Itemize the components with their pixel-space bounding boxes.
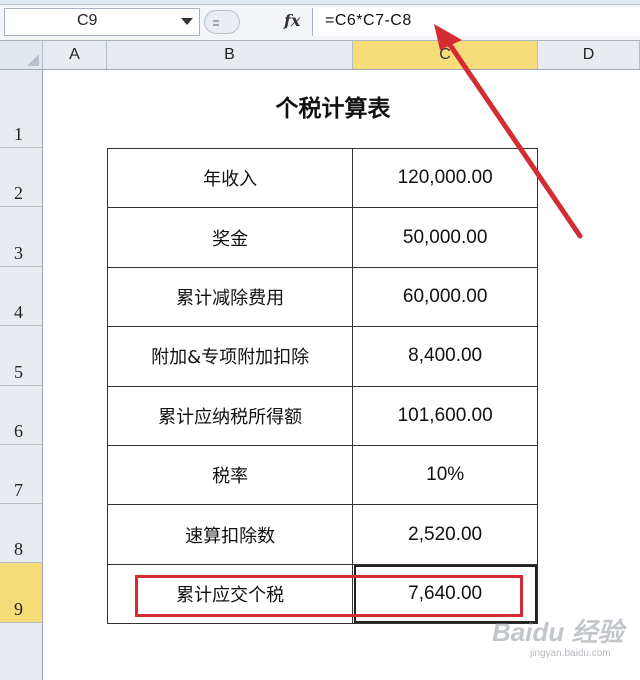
row-headers: 1 2 3 4 5 6 7 8 9	[0, 70, 43, 680]
column-headers: A B C D	[0, 41, 640, 70]
baidu-watermark-logo: Baidu 经验 jingyan.baidu.com	[492, 606, 640, 676]
row-header-9[interactable]: 9	[0, 563, 42, 623]
row-header-3[interactable]: 3	[0, 207, 42, 267]
table-row: 附加&专项附加扣除 8,400.00	[106, 326, 538, 387]
table-row: 累计减除费用 60,000.00	[106, 266, 538, 328]
row-header-8[interactable]: 8	[0, 504, 42, 563]
grip-dots-icon	[213, 20, 219, 22]
cell-c4[interactable]: 60,000.00	[352, 266, 538, 328]
name-box-value: C9	[77, 12, 98, 29]
worksheet-grid[interactable]: 个税计算表 年收入 120,000.00 奖金 50,000.00 累计减除费用…	[43, 70, 640, 680]
column-header-d[interactable]: D	[538, 41, 640, 69]
sheet-title[interactable]: 个税计算表	[43, 89, 623, 123]
table-row: 奖金 50,000.00	[106, 207, 538, 268]
cell-b7[interactable]: 税率	[106, 444, 354, 506]
row-header-1[interactable]: 1	[0, 70, 42, 148]
select-all-corner[interactable]	[0, 41, 43, 69]
cell-b3[interactable]: 奖金	[106, 207, 354, 268]
formula-bar: C9 fx =C6*C7-C8	[0, 5, 640, 41]
cell-c2[interactable]: 120,000.00	[352, 147, 538, 209]
table-row: 速算扣除数 2,520.00	[106, 504, 538, 565]
row-header-7[interactable]: 7	[0, 445, 42, 504]
row-header-4[interactable]: 4	[0, 267, 42, 326]
name-box[interactable]: C9	[4, 8, 200, 36]
row-header-6[interactable]: 6	[0, 386, 42, 445]
formula-bar-resize-grip[interactable]	[204, 10, 240, 34]
cell-c8[interactable]: 2,520.00	[352, 504, 538, 565]
cell-b8[interactable]: 速算扣除数	[106, 504, 354, 565]
column-header-b[interactable]: B	[107, 41, 353, 69]
cell-b4[interactable]: 累计减除费用	[106, 266, 354, 328]
formula-input[interactable]: =C6*C7-C8	[312, 8, 640, 36]
watermark-subtext: jingyan.baidu.com	[530, 648, 611, 659]
table-row: 年收入 120,000.00	[106, 147, 538, 209]
cell-c7[interactable]: 10%	[352, 444, 538, 506]
row-header-2[interactable]: 2	[0, 148, 42, 207]
highlight-box	[135, 575, 523, 617]
row-header-5[interactable]: 5	[0, 326, 42, 386]
chevron-down-icon[interactable]	[181, 18, 193, 25]
insert-function-icon[interactable]: fx	[284, 11, 300, 30]
table-row: 税率 10%	[106, 444, 538, 506]
select-all-icon	[27, 54, 39, 66]
cell-c3[interactable]: 50,000.00	[352, 207, 538, 268]
cell-c6[interactable]: 101,600.00	[352, 385, 538, 446]
cell-c5[interactable]: 8,400.00	[352, 326, 538, 387]
formula-text: =C6*C7-C8	[325, 12, 412, 29]
cell-b5[interactable]: 附加&专项附加扣除	[106, 326, 354, 387]
cell-b2[interactable]: 年收入	[106, 147, 354, 209]
tax-calc-table: 年收入 120,000.00 奖金 50,000.00 累计减除费用 60,00…	[106, 147, 538, 625]
watermark-text: Baidu 经验	[492, 617, 624, 647]
column-header-c[interactable]: C	[353, 41, 538, 69]
table-row: 累计应纳税所得额 101,600.00	[106, 385, 538, 446]
column-header-a[interactable]: A	[43, 41, 107, 69]
cell-b6[interactable]: 累计应纳税所得额	[106, 385, 354, 446]
